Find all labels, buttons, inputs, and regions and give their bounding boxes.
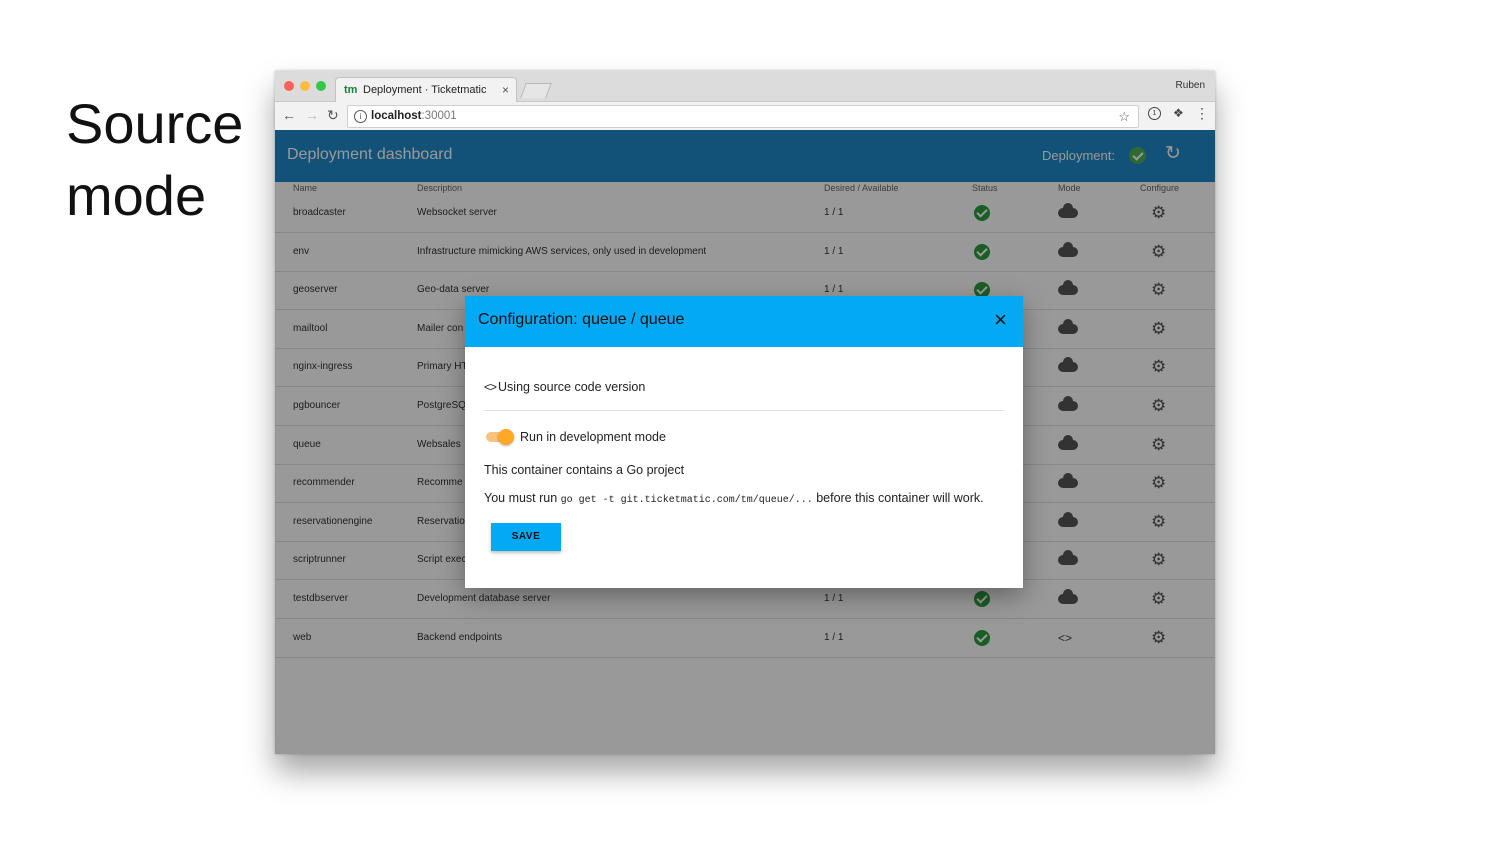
browser-menu-icon[interactable]: ⋮ xyxy=(1195,105,1209,121)
slide-title: Source mode xyxy=(66,88,243,232)
close-window-button[interactable] xyxy=(284,81,294,91)
browser-tab[interactable]: tm Deployment · Ticketmatic × xyxy=(335,77,517,102)
bookmark-star-icon[interactable]: ☆ xyxy=(1118,106,1130,127)
dialog-header: Configuration: queue / queue × xyxy=(465,296,1023,347)
info-icon[interactable]: i xyxy=(354,110,367,123)
url-text: localhost:30001 xyxy=(371,106,457,127)
toggle-knob[interactable] xyxy=(498,429,514,445)
code-icon: <> xyxy=(484,380,497,394)
forward-arrow-icon[interactable]: → xyxy=(305,107,319,123)
slide-title-line-2: mode xyxy=(66,164,207,227)
instruction-prefix: You must run xyxy=(484,491,561,505)
divider xyxy=(484,410,1004,411)
extension-evernote-icon[interactable]: ❖ xyxy=(1173,106,1184,120)
address-bar: ← → ↻ i localhost:30001 ☆ 1 ❖ ⋮ xyxy=(275,102,1215,130)
tab-close-icon[interactable]: × xyxy=(502,78,509,102)
save-button[interactable]: SAVE xyxy=(491,523,561,551)
minimize-window-button[interactable] xyxy=(300,81,310,91)
new-tab-button[interactable] xyxy=(520,83,552,98)
reload-icon[interactable]: ↻ xyxy=(327,107,339,123)
ticketmatic-logo-icon: tm xyxy=(344,84,358,96)
slide-title-line-1: Source xyxy=(66,92,244,155)
url-input[interactable]: i localhost:30001 ☆ xyxy=(347,105,1139,128)
dev-mode-label: Run in development mode xyxy=(520,430,666,444)
source-version-row: <> Using source code version xyxy=(484,380,645,394)
dialog-title: Configuration: queue / queue xyxy=(478,311,685,328)
profile-name[interactable]: Ruben xyxy=(1176,80,1205,91)
back-arrow-icon[interactable]: ← xyxy=(282,107,296,123)
dev-mode-toggle[interactable] xyxy=(484,429,514,445)
instruction-suffix: before this container will work. xyxy=(812,491,984,505)
instruction-text: You must run go get -t git.ticketmatic.c… xyxy=(484,491,984,506)
tab-title: Deployment · Ticketmatic xyxy=(363,84,487,96)
project-info-text: This container contains a Go project xyxy=(484,463,685,477)
go-get-command: go get -t git.ticketmatic.com/tm/queue/.… xyxy=(560,495,813,506)
configuration-dialog: Configuration: queue / queue × <> Using s… xyxy=(465,296,1023,588)
url-port: :30001 xyxy=(421,110,457,122)
source-version-label: Using source code version xyxy=(498,380,646,394)
close-icon[interactable]: × xyxy=(994,308,1007,332)
tab-bar: tm Deployment · Ticketmatic × Ruben xyxy=(275,71,1215,102)
extension-1password-icon[interactable]: 1 xyxy=(1148,107,1161,120)
maximize-window-button[interactable] xyxy=(316,81,326,91)
url-host: localhost xyxy=(371,110,422,122)
